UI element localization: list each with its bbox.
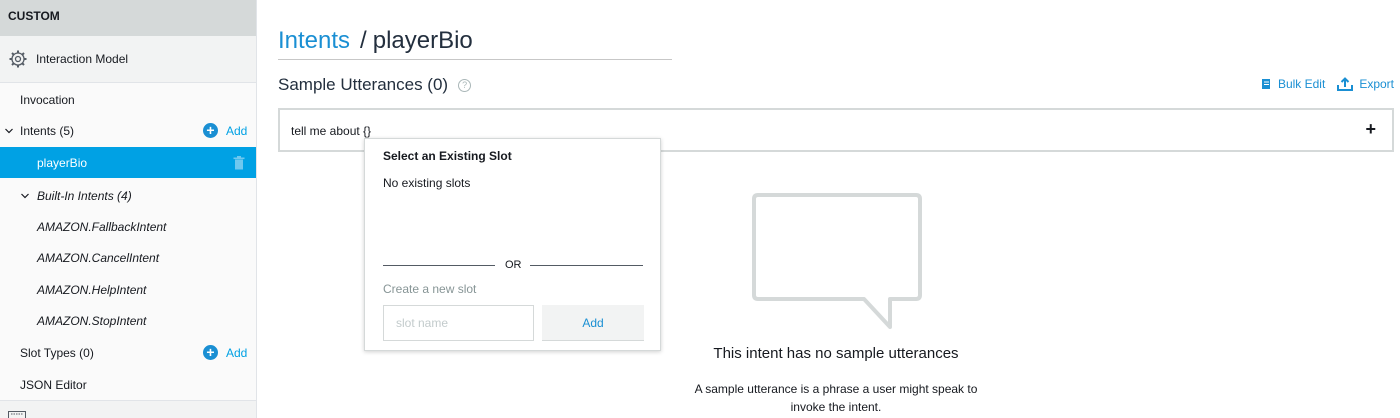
- empty-state-description: A sample utterance is a phrase a user mi…: [694, 382, 978, 414]
- export-icon: [1337, 77, 1354, 91]
- sidebar-item-builtin[interactable]: AMAZON.CancelIntent: [0, 242, 256, 273]
- sidebar-item-builtin-intents[interactable]: Built-In Intents (4): [0, 180, 256, 211]
- sidebar: CUSTOM Interaction Model Invocation Inte…: [0, 0, 257, 418]
- sidebar-item-label: Interaction Model: [36, 52, 129, 66]
- divider: [383, 265, 495, 266]
- chevron-down-icon[interactable]: [20, 191, 30, 201]
- bulk-edit-button[interactable]: Bulk Edit: [1261, 77, 1325, 91]
- plus-circle-icon: +: [203, 345, 218, 360]
- add-label: Add: [226, 345, 248, 360]
- sidebar-item-builtin[interactable]: AMAZON.StopIntent: [0, 305, 256, 336]
- add-utterance-button[interactable]: +: [1365, 119, 1376, 140]
- sidebar-item-label: AMAZON.FallbackIntent: [37, 219, 167, 234]
- sample-utterances-heading: Sample Utterances (0) ?: [278, 75, 472, 95]
- speech-bubble-icon: [752, 193, 922, 329]
- keyboard-icon: [8, 411, 26, 418]
- add-slot-type-button[interactable]: + Add: [203, 345, 247, 360]
- utterance-input-value: tell me about {}: [291, 124, 372, 138]
- bulk-edit-icon: [1261, 79, 1270, 89]
- add-label: Add: [226, 123, 248, 138]
- breadcrumb: Intents / playerBio: [278, 27, 672, 60]
- plus-circle-icon: +: [203, 123, 218, 138]
- sidebar-item-label: Invocation: [20, 92, 75, 107]
- export-label: Export: [1359, 77, 1394, 91]
- breadcrumb-intents-link[interactable]: Intents: [278, 27, 350, 54]
- sidebar-item-label: AMAZON.HelpIntent: [37, 282, 147, 297]
- sidebar-item-json-editor[interactable]: JSON Editor: [0, 369, 256, 400]
- sidebar-item-label: playerBio: [37, 155, 88, 170]
- empty-state-title: This intent has no sample utterances: [713, 345, 959, 362]
- sidebar-item-interaction-model[interactable]: Interaction Model: [0, 36, 256, 83]
- help-icon[interactable]: ?: [458, 78, 472, 92]
- no-slots-text: No existing slots: [383, 176, 471, 190]
- sidebar-item-builtin[interactable]: AMAZON.HelpIntent: [0, 274, 256, 305]
- utterance-toolbar: Bulk Edit Export: [1249, 77, 1394, 91]
- chevron-down-icon[interactable]: [4, 126, 14, 136]
- sidebar-item-playerbio[interactable]: playerBio: [0, 147, 256, 178]
- popup-title: Select an Existing Slot: [383, 149, 512, 163]
- sidebar-item-intents[interactable]: Intents (5) + Add: [0, 115, 256, 146]
- add-slot-button[interactable]: Add: [542, 305, 644, 341]
- export-button[interactable]: Export: [1337, 77, 1394, 91]
- or-text: OR: [505, 259, 522, 271]
- bulk-edit-label: Bulk Edit: [1277, 77, 1326, 91]
- sidebar-item-label: AMAZON.StopIntent: [37, 313, 147, 328]
- sidebar-item-label: Intents (5): [20, 123, 75, 138]
- sidebar-item-label: AMAZON.CancelIntent: [37, 250, 160, 265]
- create-slot-label: Create a new slot: [383, 282, 477, 296]
- breadcrumb-separator: /: [360, 27, 367, 54]
- gear-icon: [9, 50, 27, 68]
- sidebar-item-label: Slot Types (0): [20, 345, 94, 360]
- sidebar-item-builtin[interactable]: AMAZON.FallbackIntent: [0, 211, 256, 242]
- sidebar-item-label: Built-In Intents (4): [37, 188, 132, 203]
- divider: [530, 265, 643, 266]
- intent-name[interactable]: playerBio: [373, 27, 473, 54]
- sidebar-section-header: CUSTOM: [0, 0, 256, 36]
- sidebar-item-label: JSON Editor: [20, 377, 87, 392]
- section-title: Sample Utterances (0): [278, 75, 449, 94]
- add-intent-button[interactable]: + Add: [203, 123, 247, 138]
- slot-picker-popup: Select an Existing Slot No existing slot…: [364, 138, 661, 351]
- sidebar-item-invocation[interactable]: Invocation: [0, 84, 256, 115]
- sidebar-item-slot-types[interactable]: Slot Types (0) + Add: [0, 337, 256, 368]
- slot-name-input[interactable]: [383, 305, 534, 341]
- sidebar-footer: [0, 400, 256, 418]
- trash-icon[interactable]: [233, 156, 245, 170]
